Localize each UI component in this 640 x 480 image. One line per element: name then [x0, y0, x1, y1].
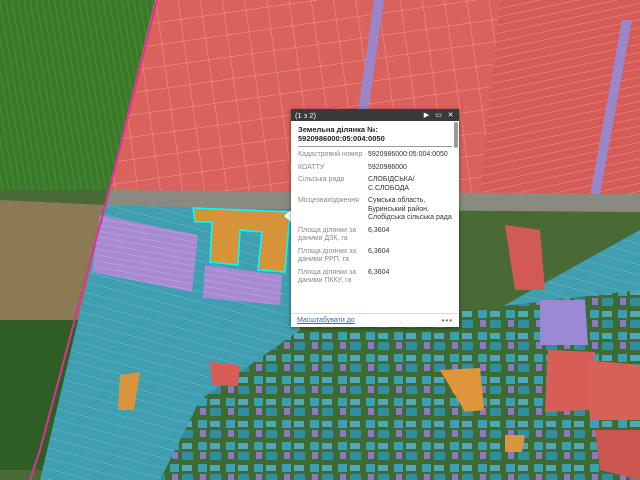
popup-row-label: Сільська рада — [298, 176, 345, 183]
maximize-icon[interactable]: ▭ — [434, 111, 443, 120]
play-icon[interactable]: ▶ — [422, 111, 431, 120]
popup-row: Площа ділянки за даними ДЗК, га 6,3604 — [298, 227, 452, 244]
popup-row-value: 5920986000:05:004:0050 — [368, 151, 448, 158]
popup-row-label: Площа ділянки за даними РРП, га — [298, 247, 357, 264]
popup-row-label: КОАТТУ — [298, 163, 325, 171]
popup-row-value: Сумська область, Буринський район, Слобі… — [368, 197, 452, 221]
popup-header: (1 з 2) ▶ ▭ ✕ — [291, 109, 459, 121]
popup-row-label: Кадастровий номер — [298, 151, 363, 158]
zoom-to-link[interactable]: Масштабувати до — [297, 317, 442, 324]
popup-body[interactable]: Земельна ділянка №: 5920986000:05:004:00… — [291, 121, 459, 314]
popup-row: КОАТТУ 5920986000 — [298, 164, 452, 173]
parcel-purple[interactable] — [540, 300, 588, 345]
popup-row-value: 6,3604 — [368, 268, 390, 276]
popup-row-value: 5920986000 — [368, 163, 407, 171]
close-icon[interactable]: ✕ — [446, 111, 455, 120]
popup-row: Сільська рада СЛОБІДСЬКА/ С.СЛОБОДА — [298, 176, 452, 193]
popup-scrollbar[interactable] — [454, 122, 458, 148]
popup-row-value: 6,3604 — [368, 226, 390, 234]
popup-count: (1 з 2) — [295, 110, 316, 120]
popup-row: Площа ділянки за даними ПККУ, га 6,3604 — [298, 269, 452, 286]
more-options-icon[interactable]: ••• — [442, 316, 453, 325]
popup-row-value: 6,3604 — [368, 247, 390, 255]
parcel-orange[interactable] — [505, 435, 525, 452]
popup-pointer — [284, 210, 291, 222]
feature-popup: (1 з 2) ▶ ▭ ✕ Земельна ділянка №: 592098… — [291, 109, 459, 327]
popup-row-label: Площа ділянки за даними ДЗК, га — [298, 226, 357, 243]
popup-row: Площа ділянки за даними РРП, га 6,3604 — [298, 248, 452, 265]
popup-row-label: Площа ділянки за даними ПККУ, га — [298, 268, 357, 285]
popup-row: Кадастровий номер 5920986000:05:004:0050 — [298, 151, 452, 160]
popup-row: Місцезнаходження Сумська область, Буринсь… — [298, 197, 452, 223]
popup-row-value: СЛОБІДСЬКА/ С.СЛОБОДА — [368, 176, 415, 192]
popup-row-label: Місцезнаходження — [298, 197, 359, 204]
parcel-red[interactable] — [210, 362, 240, 386]
popup-title: Земельна ділянка №: 5920986000:05:004:00… — [298, 125, 452, 147]
parcel-red[interactable] — [585, 360, 640, 420]
popup-footer: Масштабувати до ••• — [291, 313, 459, 327]
